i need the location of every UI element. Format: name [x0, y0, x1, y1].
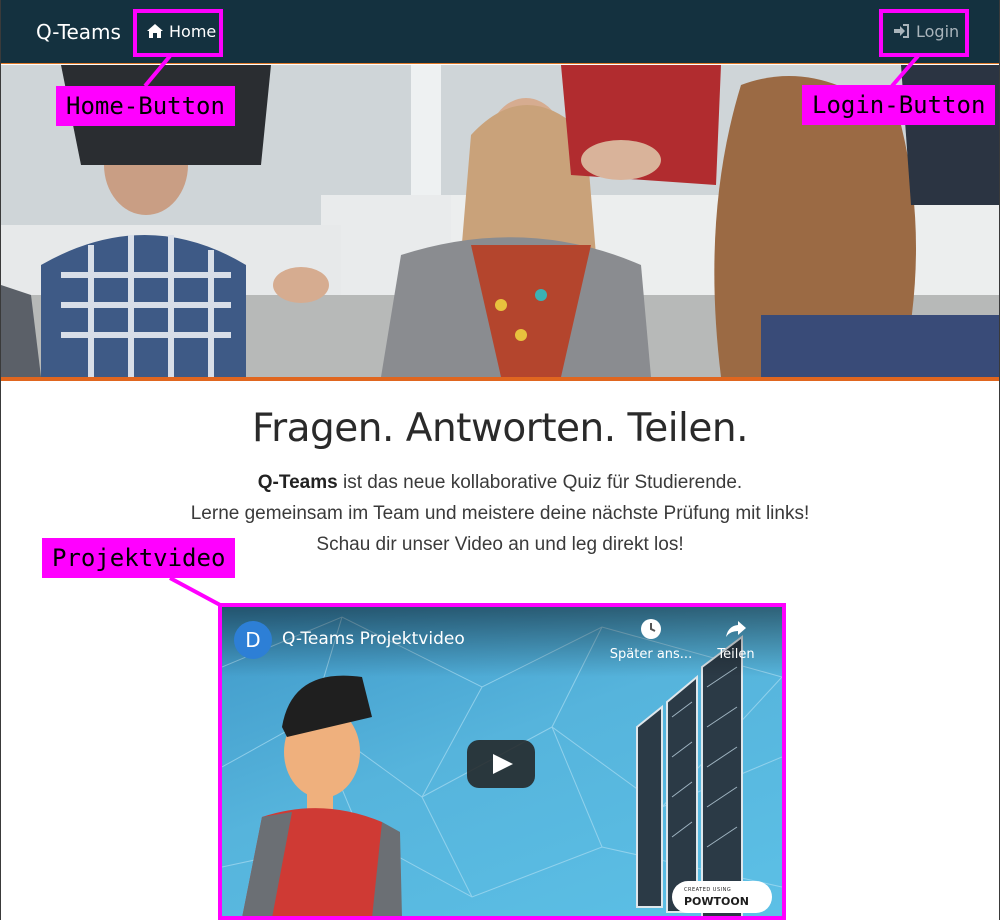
intro-line-1-text: ist das neue kollaborative Quiz für Stud… [337, 472, 743, 493]
watch-later-label: Später ans... [609, 647, 693, 662]
home-label: Home [169, 21, 217, 41]
share-icon [726, 621, 746, 637]
intro-brand: Q-Teams [257, 472, 338, 493]
project-video-annotation: Projektvideo [42, 538, 236, 578]
powtoon-badge[interactable]: CREATED USING POWTOON [672, 881, 772, 913]
video-title[interactable]: Q-Teams Projektvideo [282, 629, 465, 649]
hero-accent-line [1, 377, 999, 381]
page-headline: Fragen. Antworten. Teilen. [251, 406, 749, 451]
share-button[interactable]: Teilen [710, 617, 762, 662]
login-label: Login [916, 21, 960, 41]
home-button[interactable]: Home [137, 14, 225, 48]
intro-line-1: Q-Teams ist das neue kollaborative Quiz … [0, 472, 1000, 494]
home-icon [147, 24, 163, 38]
share-label: Teilen [717, 647, 755, 662]
channel-avatar[interactable]: D [234, 621, 272, 659]
login-button-annotation: Login-Button [802, 85, 996, 125]
login-icon [894, 24, 909, 38]
play-button[interactable] [467, 740, 535, 788]
watch-later-button[interactable]: Später ans... [608, 617, 694, 662]
navbar: Q-Teams Home Login [0, 0, 1000, 64]
home-button-annotation: Home-Button [56, 86, 235, 126]
project-video[interactable]: D Q-Teams Projektvideo Später ans... Tei… [222, 607, 782, 918]
brand-link[interactable]: Q-Teams [36, 20, 121, 44]
clock-icon [641, 619, 661, 639]
intro-line-2: Lerne gemeinsam im Team und meistere dei… [190, 503, 810, 524]
powtoon-badge-text: POWTOON [684, 895, 749, 908]
login-button[interactable]: Login [884, 14, 968, 48]
